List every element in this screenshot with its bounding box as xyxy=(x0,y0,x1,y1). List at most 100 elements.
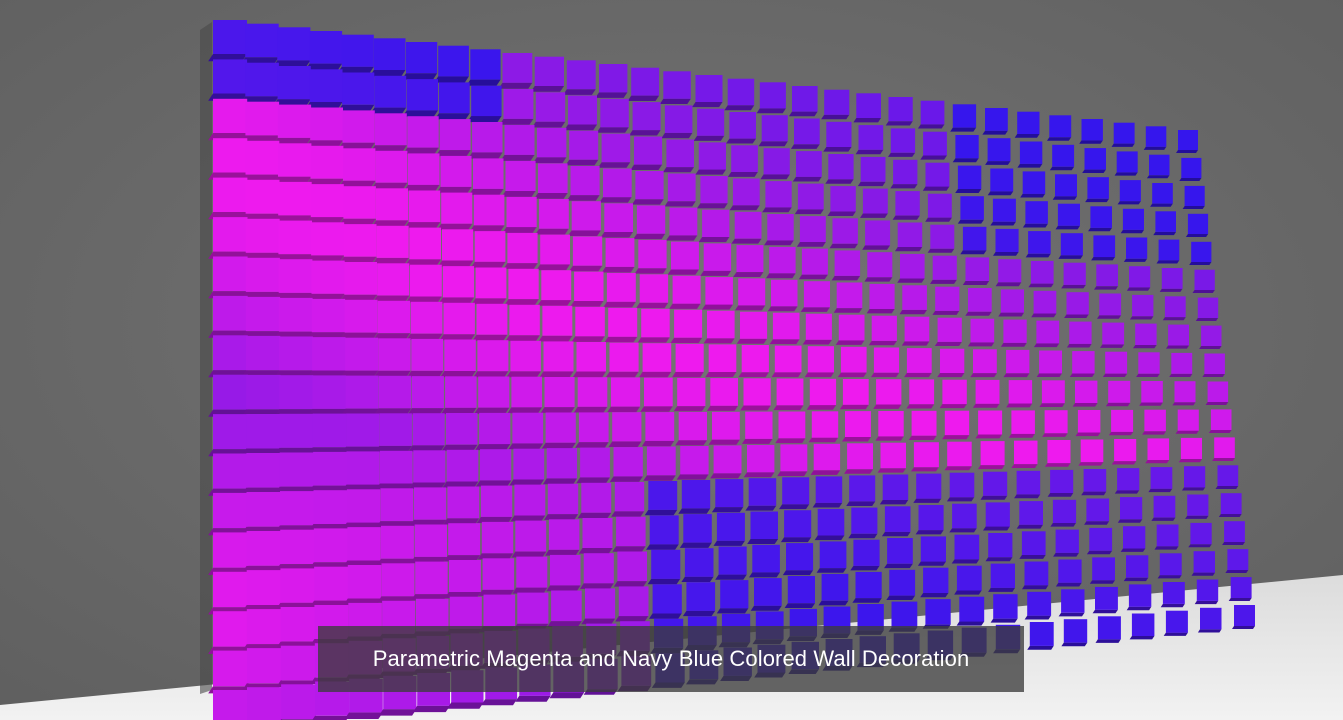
cube-side xyxy=(1129,316,1154,320)
cube-face xyxy=(279,452,314,487)
cube-side xyxy=(983,526,1010,531)
cube-side xyxy=(673,406,706,412)
cube-side xyxy=(403,184,440,192)
cube-face xyxy=(1177,409,1199,431)
cube-face xyxy=(1126,555,1149,578)
cube-face xyxy=(245,62,279,97)
cube-side xyxy=(605,371,639,378)
cube-side xyxy=(598,162,631,168)
cube-face xyxy=(343,224,377,257)
cube-side xyxy=(533,157,567,164)
cube-face xyxy=(1234,605,1255,626)
cube-side xyxy=(806,405,837,410)
cube-side xyxy=(1105,402,1131,407)
cube-face xyxy=(342,110,375,143)
cube-face xyxy=(817,508,845,536)
cube-face xyxy=(213,256,248,292)
caption-text: Parametric Magenta and Navy Blue Colored… xyxy=(372,646,970,671)
cube-face xyxy=(604,203,633,232)
cube-side xyxy=(401,73,438,80)
cube-side xyxy=(1195,318,1219,321)
cube-side xyxy=(982,130,1008,135)
cube-face xyxy=(411,376,444,409)
cube-face xyxy=(712,411,740,440)
cube-face xyxy=(345,337,379,371)
cube-side xyxy=(535,228,569,235)
cube-side xyxy=(844,469,874,474)
cube-side xyxy=(1089,580,1115,584)
cube-face xyxy=(280,529,315,564)
cube-side xyxy=(782,570,814,576)
cube-face xyxy=(548,519,580,550)
cube-face xyxy=(995,228,1019,252)
cube-side xyxy=(917,124,945,129)
cube-side xyxy=(1025,253,1051,258)
cube-face xyxy=(819,541,847,569)
cube-face xyxy=(438,82,470,114)
cube-face xyxy=(677,377,706,407)
cube-face xyxy=(957,165,982,189)
cube-side xyxy=(675,440,707,446)
cube-face xyxy=(374,75,407,108)
cube-side xyxy=(932,310,960,315)
cube-face xyxy=(447,486,480,519)
cube-side xyxy=(378,709,417,716)
cube-side xyxy=(1053,552,1079,557)
cube-face xyxy=(918,505,944,531)
cube-face xyxy=(1150,467,1173,489)
cube-side xyxy=(788,111,818,117)
cube-side xyxy=(955,189,982,193)
cube-side xyxy=(1153,232,1176,236)
cube-side xyxy=(1188,544,1212,548)
cube-face xyxy=(439,119,471,150)
cube-face xyxy=(576,342,606,372)
cube-side xyxy=(1100,344,1125,348)
cube-face xyxy=(646,446,676,476)
cube-face xyxy=(343,148,376,181)
cube-face xyxy=(890,128,916,153)
cube-side xyxy=(1199,346,1222,349)
cube-face xyxy=(787,576,815,604)
cube-face xyxy=(1003,319,1027,343)
cube-face xyxy=(942,379,967,405)
cube-side xyxy=(939,404,967,409)
cube-side xyxy=(615,616,649,622)
cube-side xyxy=(937,373,965,378)
cube-face xyxy=(1141,381,1163,403)
cube-face xyxy=(940,348,965,373)
cube-side xyxy=(434,113,470,120)
cube-face xyxy=(987,138,1011,162)
cube-side xyxy=(908,435,937,440)
cube-face xyxy=(511,376,542,408)
cube-side xyxy=(1202,374,1225,377)
cube-face xyxy=(345,375,379,409)
cube-face xyxy=(891,601,918,628)
cube-face xyxy=(506,196,537,228)
cube-face xyxy=(740,311,768,339)
cube-face xyxy=(278,181,312,216)
cube-side xyxy=(500,154,535,161)
cube-face xyxy=(572,236,603,266)
cube-face xyxy=(649,515,679,545)
cube-side xyxy=(911,467,939,472)
cube-side xyxy=(1111,461,1137,465)
cube-face xyxy=(343,186,376,219)
cube-face xyxy=(920,100,945,125)
cube-side xyxy=(435,150,471,157)
cube-side xyxy=(503,263,538,269)
cube-face xyxy=(1159,553,1182,576)
cube-side xyxy=(957,219,984,224)
cube-face xyxy=(1117,468,1140,491)
cube-side xyxy=(647,578,681,585)
cube-side xyxy=(1058,612,1085,617)
cube-side xyxy=(640,406,673,412)
cube-face xyxy=(1049,115,1072,138)
cube-side xyxy=(1218,514,1242,517)
cube-face xyxy=(1066,292,1089,315)
cube-side xyxy=(1047,137,1072,141)
cube-face xyxy=(346,413,380,447)
cube-face xyxy=(505,160,536,191)
cube-face xyxy=(680,446,709,475)
cube-side xyxy=(1126,606,1152,611)
cube-face xyxy=(1220,493,1242,514)
